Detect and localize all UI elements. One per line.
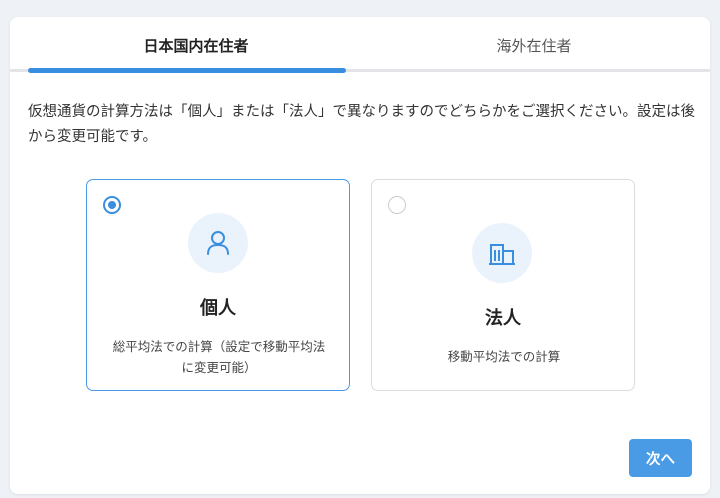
calculation-method-description: 仮想通貨の計算方法は「個人」または「法人」で異なりますのでどちらかをご選択くださ…: [28, 104, 695, 145]
tab-overseas-resident[interactable]: 海外在住者: [366, 17, 702, 73]
option-description: 移動平均法での計算: [447, 349, 561, 364]
option-individual[interactable]: 個人 総平均法での計算（設定で移動平均法に変更可能）: [86, 179, 350, 391]
building-icon: [472, 223, 532, 283]
option-title: 法人: [485, 308, 521, 329]
residence-tabs: 日本国内在住者 海外在住者: [10, 17, 710, 73]
settings-card: 日本国内在住者 海外在住者 仮想通貨の計算方法は「個人」または「法人」で異なりま…: [10, 17, 710, 494]
option-corporation[interactable]: 法人 移動平均法での計算: [371, 179, 635, 391]
option-description: 総平均法での計算（設定で移動平均法に変更可能）: [112, 339, 326, 375]
active-tab-indicator: [28, 68, 346, 73]
next-button[interactable]: 次へ: [629, 439, 692, 477]
tab-japan-resident[interactable]: 日本国内在住者: [28, 17, 364, 73]
individual-radio[interactable]: [103, 196, 121, 214]
person-icon: [188, 213, 248, 273]
option-title: 個人: [200, 298, 236, 319]
corporation-radio[interactable]: [388, 196, 406, 214]
